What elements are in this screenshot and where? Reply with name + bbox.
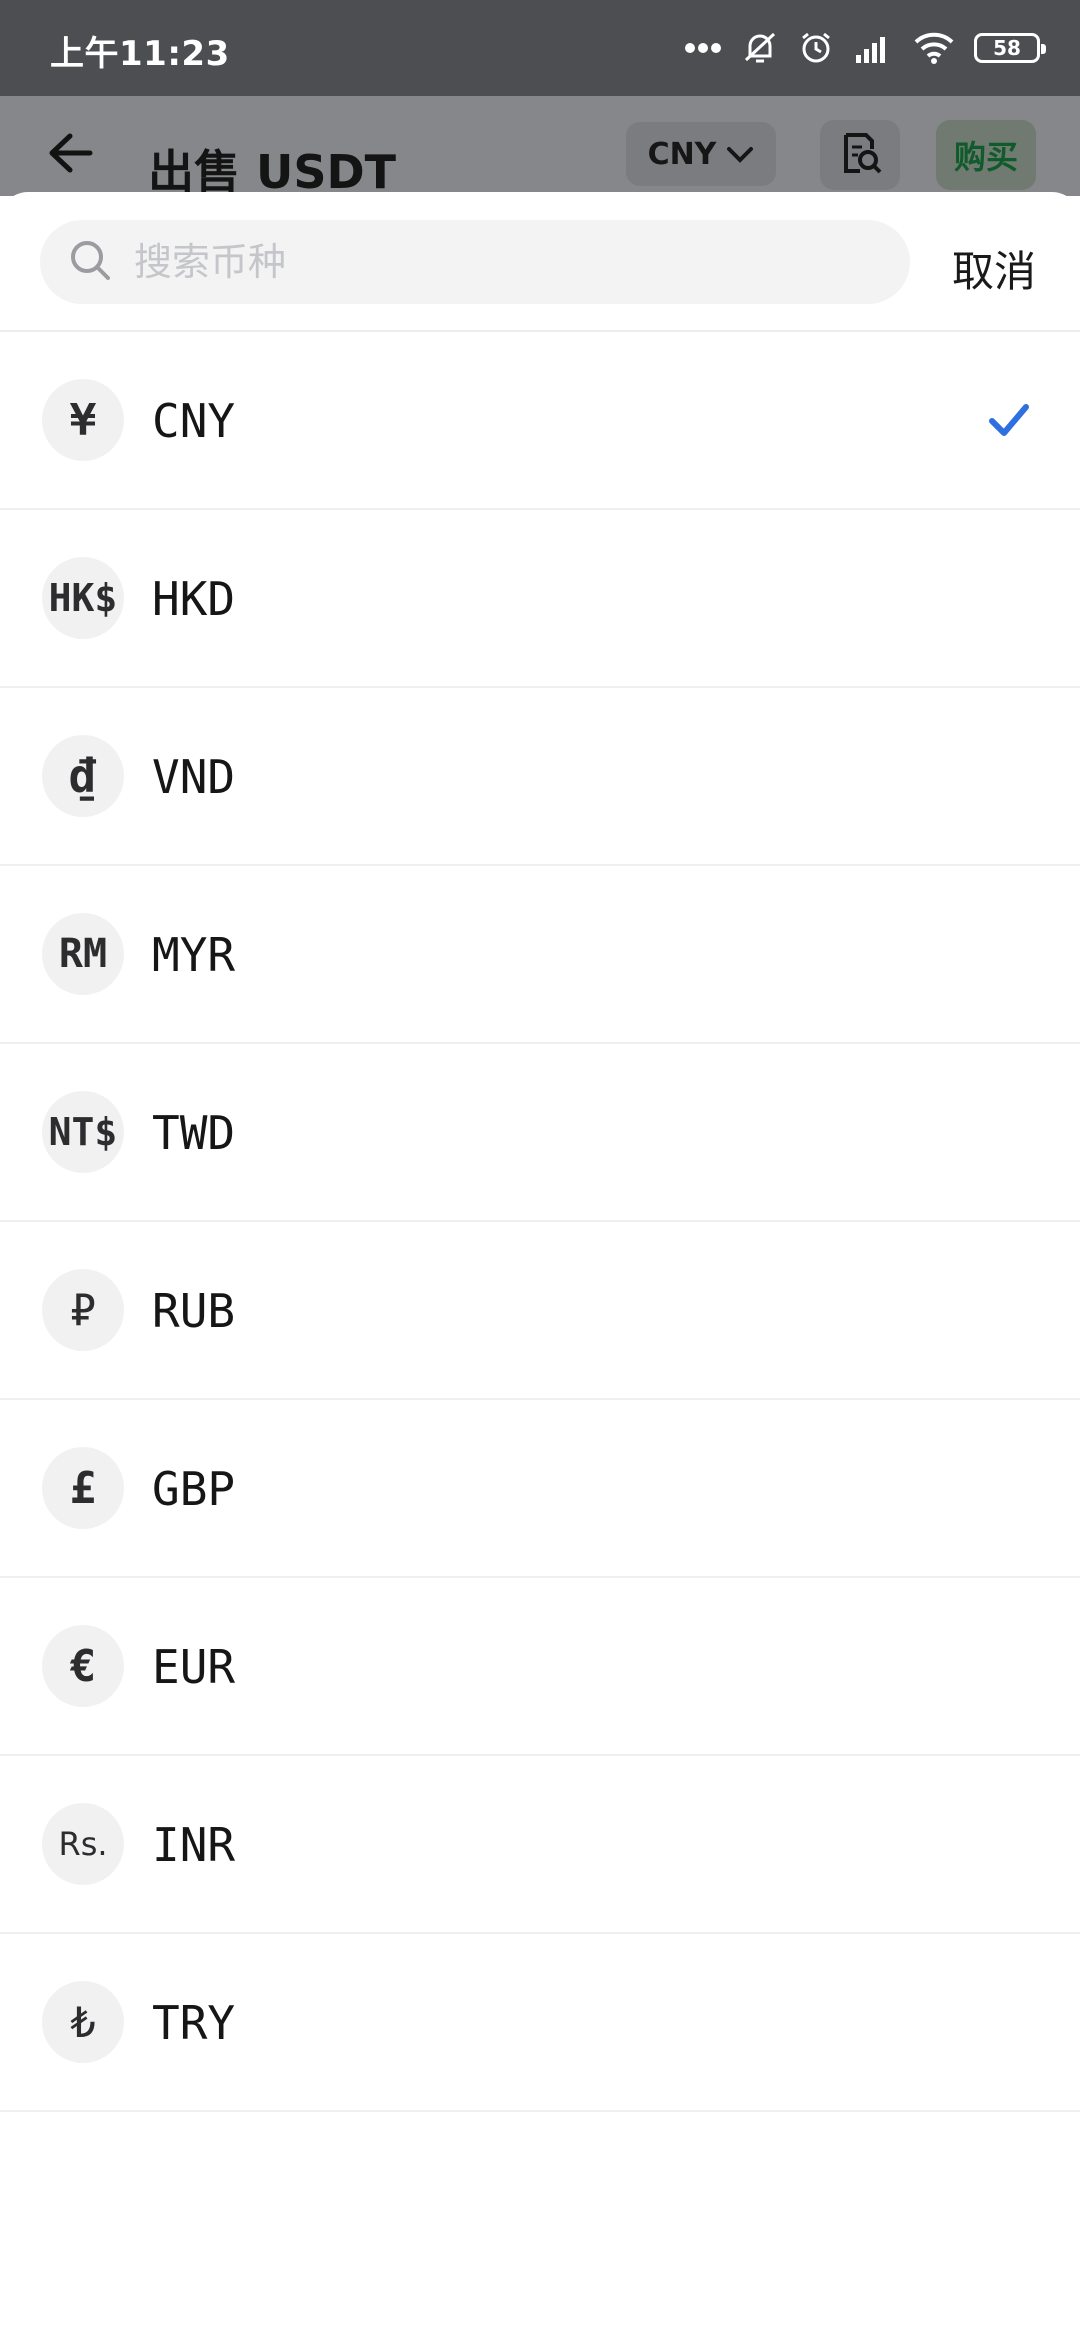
currency-symbol: ₫ <box>42 735 124 817</box>
battery-icon: 58 <box>974 33 1046 63</box>
currency-item-hkd[interactable]: HK$ HKD <box>0 510 1080 688</box>
currency-code: TWD <box>152 1106 236 1160</box>
currency-code: CNY <box>152 394 236 448</box>
currency-item-rub[interactable]: ₽ RUB <box>0 1222 1080 1400</box>
currency-item-eur[interactable]: € EUR <box>0 1578 1080 1756</box>
chevron-down-icon <box>726 137 754 172</box>
cancel-button[interactable]: 取消 <box>952 238 1036 299</box>
signal-icon <box>854 33 894 63</box>
search-box[interactable] <box>40 220 910 304</box>
alarm-icon <box>798 30 834 66</box>
currency-symbol: ₽ <box>42 1269 124 1351</box>
currency-item-cny[interactable]: ¥ CNY <box>0 332 1080 510</box>
currency-symbol: ₺ <box>42 1981 124 2063</box>
currency-item-vnd[interactable]: ₫ VND <box>0 688 1080 866</box>
search-input[interactable] <box>132 239 836 285</box>
currency-item-gbp[interactable]: £ GBP <box>0 1400 1080 1578</box>
currency-symbol: RM <box>42 913 124 995</box>
status-time: 上午11:23 <box>50 34 230 74</box>
currency-code: HKD <box>152 572 236 626</box>
currency-code: GBP <box>152 1462 236 1516</box>
checkmark-icon <box>988 400 1030 444</box>
currency-code: RUB <box>152 1284 236 1338</box>
currency-list: ¥ CNY HK$ HKD ₫ VND RM MYR NT$ TWD ₽ RUB… <box>0 332 1080 2112</box>
status-bar: 上午11:23 58 <box>0 0 1080 96</box>
currency-item-inr[interactable]: Rs. INR <box>0 1756 1080 1934</box>
currency-code: TRY <box>152 1996 236 2050</box>
currency-symbol: NT$ <box>42 1091 124 1173</box>
currency-code: VND <box>152 750 236 804</box>
more-dots-icon <box>684 42 722 54</box>
currency-item-myr[interactable]: RM MYR <box>0 866 1080 1044</box>
search-row: 取消 <box>0 192 1080 332</box>
currency-code: INR <box>152 1818 236 1872</box>
currency-code: MYR <box>152 928 236 982</box>
currency-code: EUR <box>152 1640 236 1694</box>
search-icon <box>68 238 112 286</box>
currency-item-twd[interactable]: NT$ TWD <box>0 1044 1080 1222</box>
currency-symbol: HK$ <box>42 557 124 639</box>
currency-symbol: Rs. <box>42 1803 124 1885</box>
currency-symbol: ¥ <box>42 379 124 461</box>
wifi-icon <box>914 32 954 64</box>
document-search-icon <box>836 129 884 181</box>
currency-symbol: £ <box>42 1447 124 1529</box>
buy-button[interactable]: 购买 <box>936 120 1036 190</box>
back-arrow-icon[interactable] <box>44 128 94 182</box>
currency-picker-sheet: 取消 ¥ CNY HK$ HKD ₫ VND RM MYR NT$ TWD ₽ <box>0 192 1080 2340</box>
currency-selector[interactable]: CNY <box>626 122 776 186</box>
currency-item-try[interactable]: ₺ TRY <box>0 1934 1080 2112</box>
order-search-button[interactable] <box>820 120 900 190</box>
currency-symbol: € <box>42 1625 124 1707</box>
currency-selector-label: CNY <box>647 136 717 172</box>
status-icons: 58 <box>684 26 1046 70</box>
page-header: 出售 USDT CNY 购买 <box>0 96 1080 199</box>
mute-bell-icon <box>742 30 778 66</box>
